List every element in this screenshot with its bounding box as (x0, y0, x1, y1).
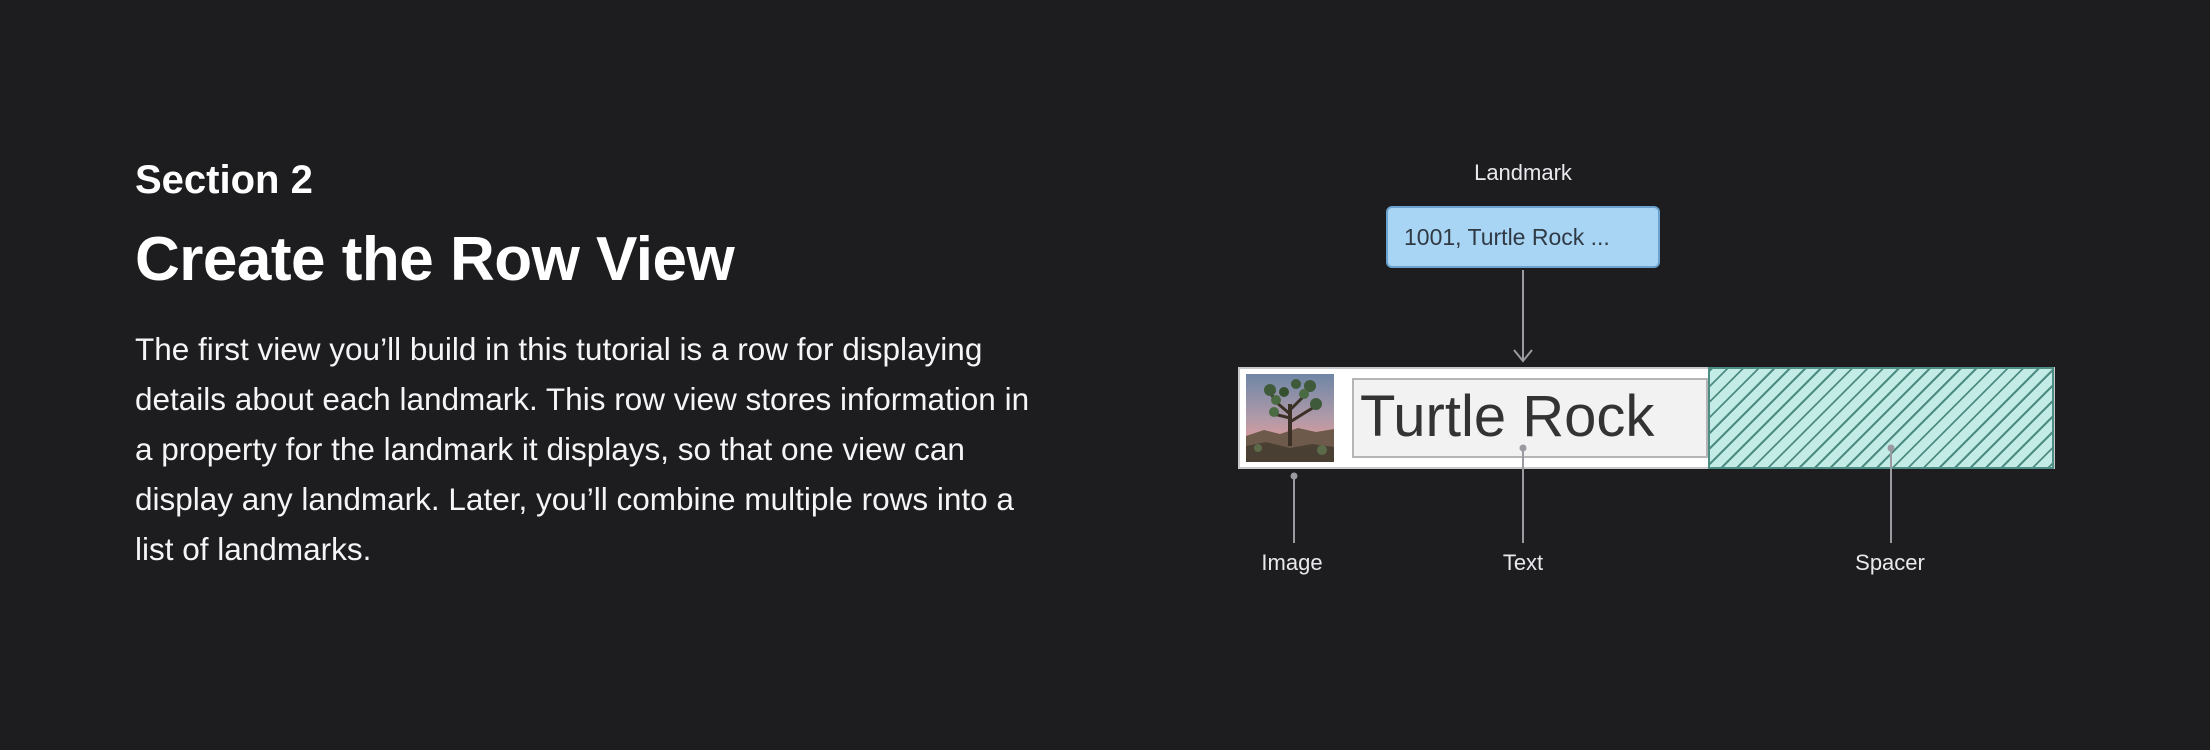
image-label: Image (1261, 550, 1323, 575)
text-connector-dot (1519, 444, 1527, 452)
spacer-label: Spacer (1855, 550, 1925, 575)
tutorial-section-page: Section 2 Create the Row View The first … (0, 0, 2210, 750)
image-connector-dot (1290, 472, 1298, 480)
spacer-connector-dot (1887, 444, 1895, 452)
connector-lines (1290, 270, 1895, 543)
text-label: Text (1502, 550, 1544, 575)
row-view-diagram: Landmark 1001, Turtle Rock ... Turtle Ro… (0, 0, 2210, 750)
